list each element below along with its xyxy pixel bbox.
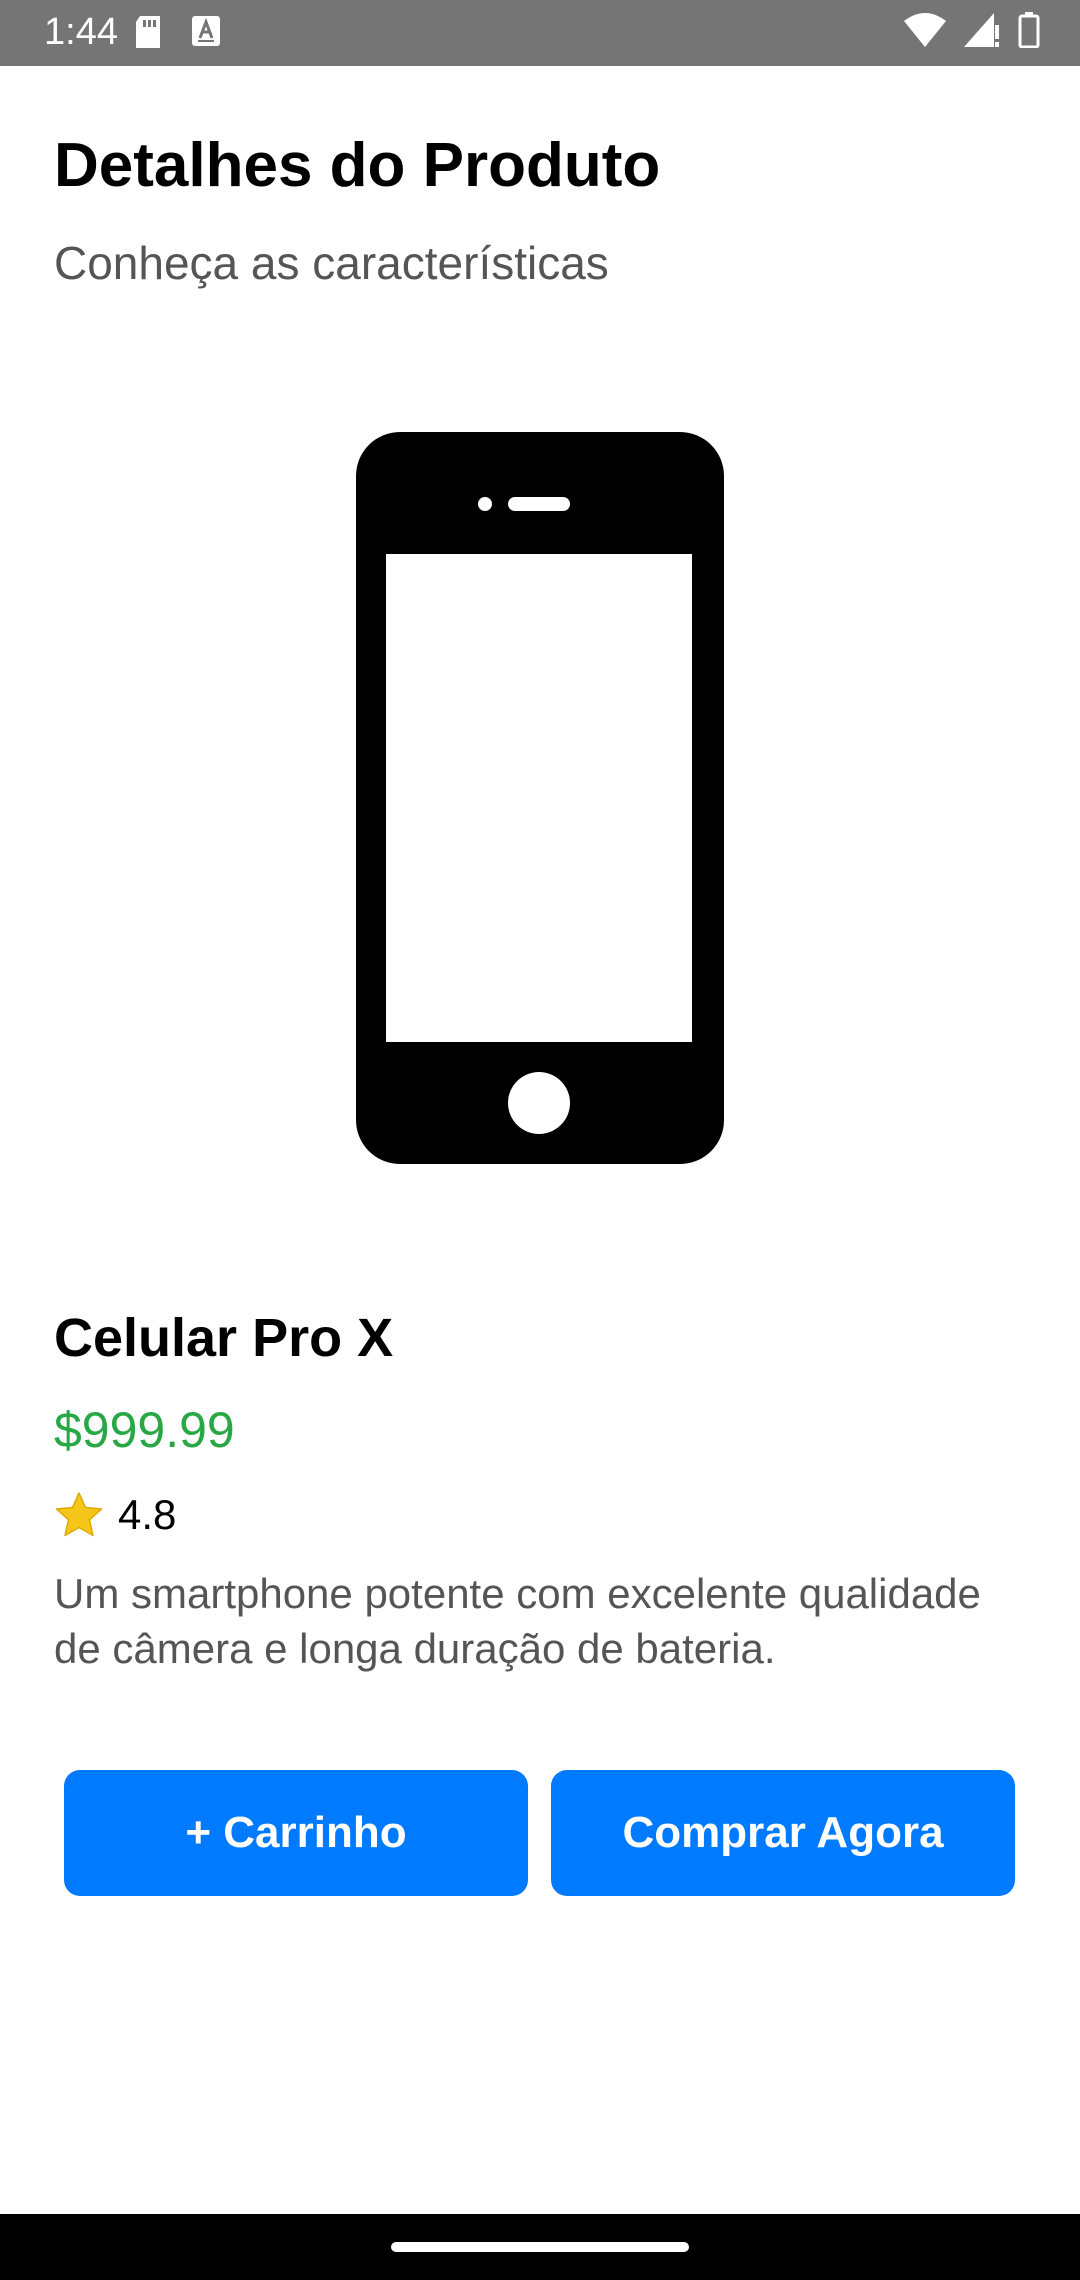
sd-card-icon bbox=[134, 16, 162, 53]
font-a-icon bbox=[192, 16, 220, 53]
product-image bbox=[356, 432, 724, 1164]
rating-value: 4.8 bbox=[118, 1491, 177, 1538]
rating: 4.8 bbox=[54, 1488, 176, 1542]
status-left-icons bbox=[134, 16, 220, 53]
wifi-icon bbox=[904, 13, 946, 52]
buy-now-button[interactable]: Comprar Agora bbox=[551, 1770, 1015, 1896]
page-subtitle: Conheça as características bbox=[54, 237, 609, 289]
status-bar: 1:44 bbox=[0, 0, 1080, 66]
page-title: Detalhes do Produto bbox=[54, 131, 661, 200]
status-right-icons bbox=[904, 12, 1040, 53]
status-time: 1:44 bbox=[44, 11, 118, 53]
smartphone-icon bbox=[356, 432, 724, 1168]
product-price: $999.99 bbox=[54, 1402, 235, 1458]
star-icon bbox=[54, 1491, 104, 1539]
product-description: Um smartphone potente com excelente qual… bbox=[54, 1570, 981, 1672]
home-gesture-handle[interactable] bbox=[391, 2242, 689, 2252]
cell-signal-icon bbox=[964, 13, 1000, 52]
battery-icon bbox=[1018, 12, 1040, 53]
product-name: Celular Pro X bbox=[54, 1308, 394, 1368]
navigation-bar bbox=[0, 2214, 1080, 2280]
add-to-cart-button[interactable]: + Carrinho bbox=[64, 1770, 528, 1896]
